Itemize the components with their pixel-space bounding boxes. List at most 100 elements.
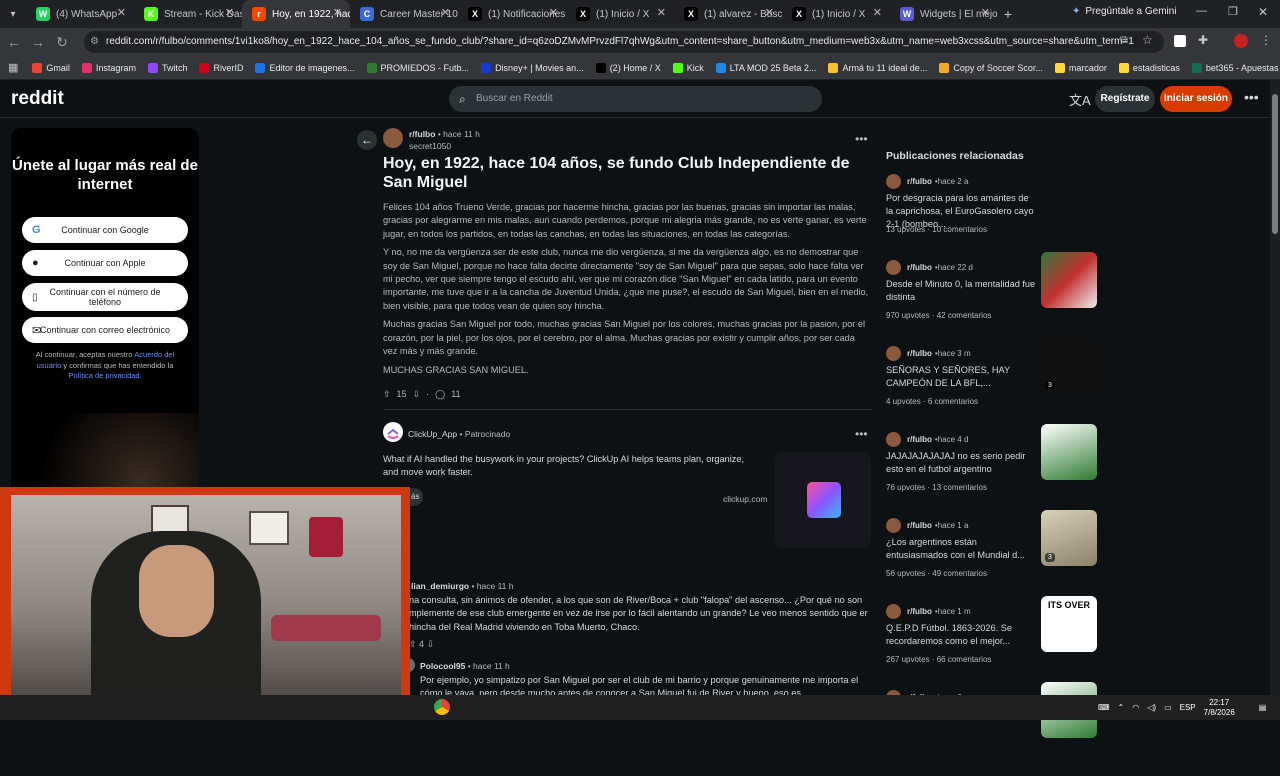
ad-image[interactable] bbox=[775, 452, 871, 548]
bookmark-item[interactable]: Gmail bbox=[26, 62, 76, 73]
tab-close-icon[interactable]: ✕ bbox=[873, 6, 882, 19]
subreddit-avatar[interactable] bbox=[383, 128, 403, 148]
search-input[interactable]: ⌕ Buscar en Reddit bbox=[449, 86, 822, 112]
reddit-logo[interactable]: reddit bbox=[11, 88, 64, 110]
related-thumbnail[interactable] bbox=[1041, 424, 1097, 480]
comment-author[interactable]: Polocool95 bbox=[420, 661, 465, 671]
related-subreddit[interactable]: r/fulbo bbox=[907, 177, 932, 186]
tab-close-icon[interactable]: ✕ bbox=[765, 6, 774, 19]
browser-tab[interactable]: C Career Master 10 ✕ bbox=[350, 0, 458, 28]
bookmark-item[interactable]: LTA MOD 25 Beta 2... bbox=[710, 62, 823, 73]
email-login-button[interactable]: ✉ Continuar con correo electrónico bbox=[22, 317, 188, 343]
tab-close-icon[interactable]: ✕ bbox=[549, 6, 558, 19]
scrollbar-thumb[interactable] bbox=[1272, 94, 1278, 234]
url-field[interactable]: ⚙ reddit.com/r/fulbo/comments/1vi1ko8/ho… bbox=[84, 31, 1164, 53]
related-thumbnail[interactable]: ITS OVER bbox=[1041, 596, 1097, 652]
related-post[interactable]: r/fulbo • hace 1 a ¿Los argentinos están e… bbox=[886, 510, 1100, 604]
phone-login-button[interactable]: ▯ Continuar con el número de teléfono bbox=[22, 283, 188, 311]
browser-menu-icon[interactable]: ⋮ bbox=[1260, 33, 1272, 47]
related-thumbnail[interactable]: 3 bbox=[1041, 338, 1097, 394]
tab-close-icon[interactable]: ✕ bbox=[333, 6, 342, 19]
extensions-puzzle-icon[interactable]: ✚ bbox=[1198, 33, 1208, 47]
site-info-icon[interactable]: ⚙ bbox=[90, 31, 99, 53]
bookmark-item[interactable]: Kick bbox=[667, 62, 710, 73]
related-post[interactable]: r/fulbo • hace 22 d Desde el Minuto 0, la … bbox=[886, 252, 1100, 346]
bookmark-item[interactable]: Copy of Soccer Scor... bbox=[933, 62, 1049, 73]
browser-tab[interactable]: K Stream - Kick Dash ✕ bbox=[134, 0, 242, 28]
bookmark-item[interactable]: RiverID bbox=[193, 62, 249, 73]
keyboard-icon[interactable]: ⌨ bbox=[1098, 703, 1110, 712]
related-post[interactable]: r/fulbo • hace 2 a Por desgracia para los … bbox=[886, 174, 1100, 260]
tab-close-icon[interactable]: ✕ bbox=[441, 6, 450, 19]
tab-close-icon[interactable]: ✕ bbox=[225, 6, 234, 19]
clock[interactable]: 22:17 7/8/2026 bbox=[1204, 698, 1235, 718]
login-button[interactable]: Iniciar sesión bbox=[1160, 86, 1232, 112]
bookmark-item[interactable]: bet365 - Apuestas d... bbox=[1186, 62, 1280, 73]
profile-avatar[interactable] bbox=[1234, 34, 1248, 48]
browser-tab[interactable]: W Widgets | El mejor ✕ bbox=[890, 0, 998, 28]
language-indicator[interactable]: ESP bbox=[1180, 703, 1196, 712]
page-scrollbar[interactable] bbox=[1270, 80, 1280, 700]
ad-options-icon[interactable]: ••• bbox=[855, 427, 868, 441]
tab-search-icon[interactable]: ▾ bbox=[0, 9, 26, 20]
subreddit-link[interactable]: r/fulbo bbox=[409, 129, 435, 139]
more-options-icon[interactable]: ••• bbox=[1244, 89, 1259, 105]
cast-icon[interactable]: ⧉ bbox=[1120, 34, 1128, 47]
browser-tab[interactable]: r Hoy, en 1922, hace ✕ bbox=[242, 0, 350, 28]
browser-tab[interactable]: X (1) Inicio / X ✕ bbox=[782, 0, 890, 28]
reload-icon[interactable]: ↻ bbox=[50, 34, 74, 51]
bookmark-item[interactable]: Editor de imagenes... bbox=[249, 62, 360, 73]
network-icon[interactable]: ◠ bbox=[1132, 703, 1139, 712]
bookmark-item[interactable]: PROMIEDOS - Futb... bbox=[361, 62, 476, 73]
related-post[interactable]: r/fulbo • hace 1 m Q.E.P.D Fútbol. 1863-20… bbox=[886, 596, 1100, 690]
bookmark-star-icon[interactable]: ☆ bbox=[1142, 33, 1153, 47]
chrome-taskbar-icon[interactable] bbox=[434, 699, 450, 715]
new-tab-button[interactable]: + bbox=[998, 6, 1018, 22]
comment-icon[interactable]: ◯ bbox=[435, 389, 445, 400]
related-post[interactable]: r/fulbo • hace 3 m SEÑORAS Y SEÑORES, HAY … bbox=[886, 338, 1100, 432]
gemini-button[interactable]: ✦ Pregúntale a Gemini bbox=[1072, 6, 1177, 17]
browser-tab[interactable]: X(1) alvarez - Buscar✕ bbox=[674, 0, 782, 28]
minimize-icon[interactable]: — bbox=[1196, 5, 1207, 17]
forward-icon[interactable]: → bbox=[26, 34, 50, 50]
downvote-icon[interactable]: ⇩ bbox=[413, 389, 421, 400]
apps-grid-icon[interactable]: ▦ bbox=[8, 61, 18, 74]
back-button[interactable]: ← bbox=[357, 130, 377, 150]
related-thumbnail[interactable]: 3 bbox=[1041, 510, 1097, 566]
related-subreddit[interactable]: r/fulbo bbox=[907, 349, 932, 358]
bookmark-item[interactable]: Instagram bbox=[76, 62, 142, 73]
related-post[interactable]: r/fulbo • hace 4 d JAJAJAJAJAJAJ no es ser… bbox=[886, 424, 1100, 518]
restore-icon[interactable]: ❐ bbox=[1228, 5, 1238, 18]
tray-chevron-icon[interactable]: ⌃ bbox=[1118, 703, 1125, 712]
back-icon[interactable]: ← bbox=[2, 34, 26, 50]
browser-tab[interactable]: W (4) WhatsApp ✕ bbox=[26, 0, 134, 28]
related-subreddit[interactable]: r/fulbo bbox=[907, 435, 932, 444]
notifications-icon[interactable]: ▤ bbox=[1259, 703, 1267, 712]
bookmark-item[interactable]: (2) Home / X bbox=[590, 62, 667, 73]
related-thumbnail[interactable] bbox=[1041, 252, 1097, 308]
apple-login-button[interactable]: ● Continuar con Apple bbox=[22, 250, 188, 276]
bookmark-item[interactable]: estadisticas bbox=[1113, 62, 1186, 73]
battery-icon[interactable]: ▭ bbox=[1164, 703, 1172, 712]
comment-author[interactable]: lian_demiurgo bbox=[411, 581, 469, 591]
register-button[interactable]: Regístrate bbox=[1095, 86, 1155, 112]
related-subreddit[interactable]: r/fulbo bbox=[907, 607, 932, 616]
close-window-icon[interactable]: ✕ bbox=[1258, 5, 1268, 19]
privacy-policy-link[interactable]: Política de privacidad. bbox=[68, 371, 141, 380]
tab-close-icon[interactable]: ✕ bbox=[117, 6, 126, 19]
google-login-button[interactable]: G Continuar con Google bbox=[22, 217, 188, 243]
browser-tab[interactable]: X (1) Inicio / X ✕ bbox=[566, 0, 674, 28]
post-options-icon[interactable]: ••• bbox=[855, 132, 868, 146]
post-author[interactable]: secret1050 bbox=[409, 141, 451, 151]
translate-icon[interactable]: 文A bbox=[1069, 90, 1091, 109]
ad-domain[interactable]: clickup.com bbox=[723, 494, 767, 504]
ad-name[interactable]: ClickUp_App bbox=[408, 429, 457, 439]
related-subreddit[interactable]: r/fulbo bbox=[907, 263, 932, 272]
upvote-icon[interactable]: ⇧ bbox=[383, 389, 391, 400]
bookmark-item[interactable]: Armá tu 11 ideal de... bbox=[822, 62, 933, 73]
related-subreddit[interactable]: r/fulbo bbox=[907, 521, 932, 530]
browser-tab[interactable]: X (1) Notificaciones ✕ bbox=[458, 0, 566, 28]
extension-icon[interactable] bbox=[1174, 35, 1186, 47]
bookmark-item[interactable]: Disney+ | Movies an... bbox=[475, 62, 590, 73]
bookmark-item[interactable]: marcador bbox=[1049, 62, 1113, 73]
